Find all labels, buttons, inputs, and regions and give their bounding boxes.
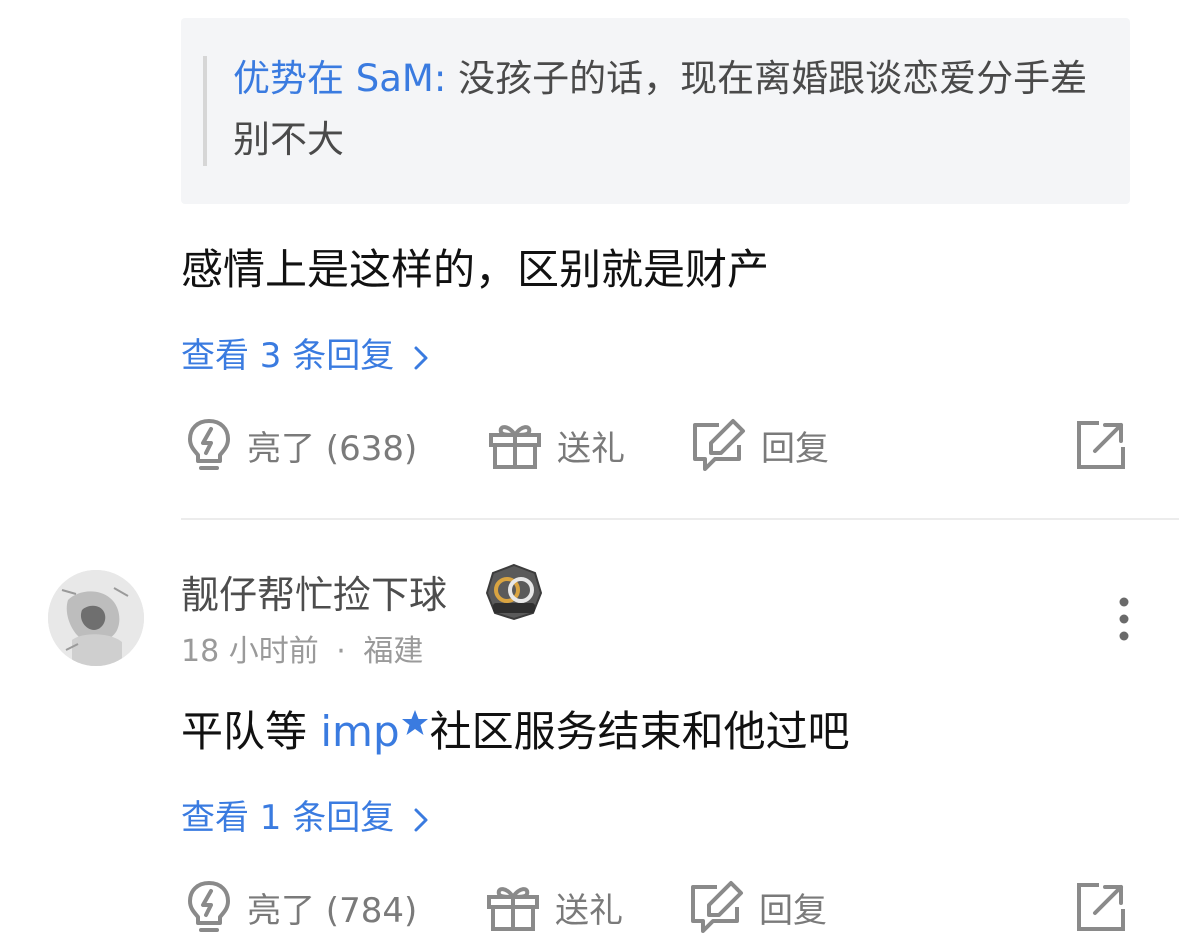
view-replies-link[interactable]: 查看 1 条回复 bbox=[181, 796, 429, 840]
comment-text: 感情上是这样的，区别就是财产 bbox=[181, 245, 770, 294]
like-label: 亮了 (784) bbox=[247, 890, 418, 931]
reply-button[interactable]: 回复 bbox=[689, 415, 829, 475]
timestamp: 18 小时前 bbox=[181, 634, 319, 669]
location: 福建 bbox=[363, 634, 424, 669]
gift-button[interactable]: 送礼 bbox=[485, 877, 623, 937]
mention-link[interactable]: imp bbox=[320, 707, 429, 756]
chevron-right-icon bbox=[414, 808, 428, 831]
reply-edit-icon bbox=[691, 881, 743, 933]
reply-label: 回复 bbox=[759, 890, 827, 931]
gift-icon bbox=[489, 425, 541, 469]
comment-actions: 亮了 (638) 送礼 回复 bbox=[181, 415, 1141, 475]
quote-bar bbox=[203, 56, 207, 166]
view-replies-label: 查看 1 条回复 bbox=[181, 798, 395, 838]
reply-edit-icon bbox=[693, 419, 745, 471]
view-replies-link[interactable]: 查看 3 条回复 bbox=[181, 334, 429, 378]
gift-icon bbox=[487, 887, 539, 931]
share-button[interactable] bbox=[1075, 415, 1127, 475]
like-button[interactable]: 亮了 (638) bbox=[185, 415, 417, 475]
like-label: 亮了 (638) bbox=[247, 428, 418, 469]
avatar[interactable] bbox=[48, 570, 144, 666]
quoted-comment-author[interactable]: 优势在 SaM: bbox=[233, 57, 446, 100]
share-icon bbox=[1077, 883, 1125, 931]
lightbulb-icon bbox=[188, 881, 230, 932]
gift-label: 送礼 bbox=[555, 890, 623, 931]
reply-button[interactable]: 回复 bbox=[687, 877, 827, 937]
gift-button[interactable]: 送礼 bbox=[487, 415, 625, 475]
comment-text-before: 平队等 bbox=[181, 707, 321, 756]
lightbulb-icon bbox=[188, 419, 230, 470]
divider bbox=[181, 518, 1179, 520]
avatar-image bbox=[48, 570, 144, 666]
like-button[interactable]: 亮了 (784) bbox=[185, 877, 417, 937]
star-icon bbox=[401, 710, 428, 735]
gift-label: 送礼 bbox=[557, 428, 625, 469]
comment-meta: 18 小时前 · 福建 bbox=[181, 632, 423, 672]
meta-separator: · bbox=[336, 634, 346, 669]
comment-text: 平队等 imp 社区服务结束和他过吧 bbox=[181, 704, 850, 760]
share-icon bbox=[1077, 421, 1125, 469]
quoted-comment[interactable]: 优势在 SaM: 没孩子的话，现在离婚跟谈恋爱分手差别不大 bbox=[181, 18, 1130, 204]
comment-actions: 亮了 (784) 送礼 回复 bbox=[181, 877, 1141, 937]
share-button[interactable] bbox=[1075, 877, 1127, 937]
chevron-right-icon bbox=[414, 346, 428, 369]
reply-label: 回复 bbox=[761, 428, 829, 469]
username[interactable]: 靓仔帮忙捡下球 bbox=[181, 570, 447, 620]
badge-icon bbox=[485, 563, 543, 621]
comment-text-after: 社区服务结束和他过吧 bbox=[429, 707, 850, 756]
quoted-comment-text: 优势在 SaM: 没孩子的话，现在离婚跟谈恋爱分手差别不大 bbox=[233, 48, 1113, 170]
view-replies-label: 查看 3 条回复 bbox=[181, 336, 395, 376]
mention-label: imp bbox=[320, 707, 400, 756]
more-vertical-icon[interactable] bbox=[1112, 595, 1136, 645]
